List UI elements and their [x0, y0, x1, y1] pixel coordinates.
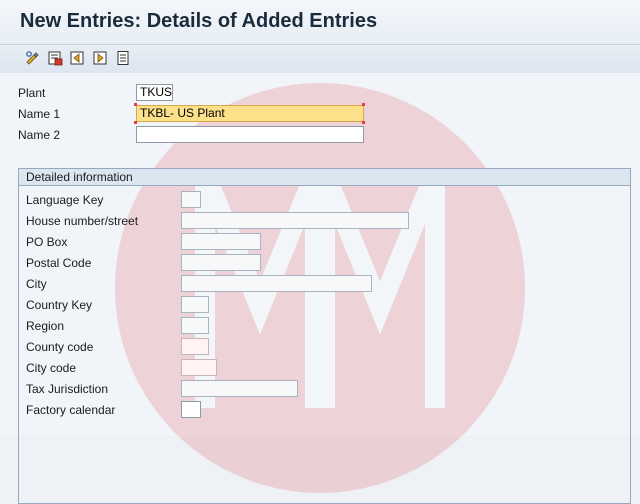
group-title: Detailed information [26, 170, 133, 184]
content-area: Plant TKUS Name 1 TKBL- US Plant Name 2 … [0, 73, 640, 504]
city-label: City [26, 277, 47, 291]
postal-code-label: Postal Code [26, 256, 92, 270]
plant-label: Plant [18, 86, 46, 100]
name2-label: Name 2 [18, 128, 61, 142]
name1-field[interactable]: TKBL- US Plant [136, 105, 364, 122]
house-number-street-label: House number/street [26, 214, 139, 228]
region-label: Region [26, 319, 65, 333]
factory-calendar-field[interactable] [181, 401, 201, 418]
tax-jurisdiction-label: Tax Jurisdiction [26, 382, 109, 396]
postal-code-field[interactable] [181, 254, 261, 271]
document-icon [117, 51, 129, 65]
city-code-label: City code [26, 361, 77, 375]
city-code-field[interactable] [181, 359, 217, 376]
change-display-icon [26, 51, 39, 65]
name1-label: Name 1 [18, 107, 61, 121]
name2-field[interactable] [136, 126, 364, 143]
tax-jurisdiction-field[interactable] [181, 380, 298, 397]
next-entry-icon [93, 51, 107, 65]
delete-button[interactable] [46, 49, 64, 67]
previous-entry-icon [70, 51, 84, 65]
required-marker [362, 103, 365, 106]
next-entry-button[interactable] [91, 49, 109, 67]
change-display-button[interactable] [24, 49, 42, 67]
country-key-field[interactable] [181, 296, 209, 313]
language-key-field[interactable] [181, 191, 201, 208]
factory-calendar-label: Factory calendar [26, 403, 116, 417]
required-marker [134, 103, 137, 106]
county-code-field[interactable] [181, 338, 209, 355]
county-code-label: County code [26, 340, 94, 354]
document-button[interactable] [114, 49, 132, 67]
city-field[interactable] [181, 275, 372, 292]
po-box-field[interactable] [181, 233, 261, 250]
country-key-label: Country Key [26, 298, 93, 312]
house-number-street-field[interactable] [181, 212, 409, 229]
group-header: Detailed information [19, 169, 630, 186]
previous-entry-button[interactable] [68, 49, 86, 67]
language-key-label: Language Key [26, 193, 104, 207]
plant-field[interactable]: TKUS [136, 84, 173, 101]
page-title: New Entries: Details of Added Entries [20, 10, 378, 32]
application-toolbar [0, 44, 640, 74]
region-field[interactable] [181, 317, 209, 334]
delete-icon [48, 51, 63, 66]
title-bar: New Entries: Details of Added Entries [0, 0, 640, 44]
required-marker [362, 121, 365, 124]
required-marker [134, 121, 137, 124]
po-box-label: PO Box [26, 235, 68, 249]
detailed-information-group: Detailed information Language Key House … [18, 168, 631, 504]
